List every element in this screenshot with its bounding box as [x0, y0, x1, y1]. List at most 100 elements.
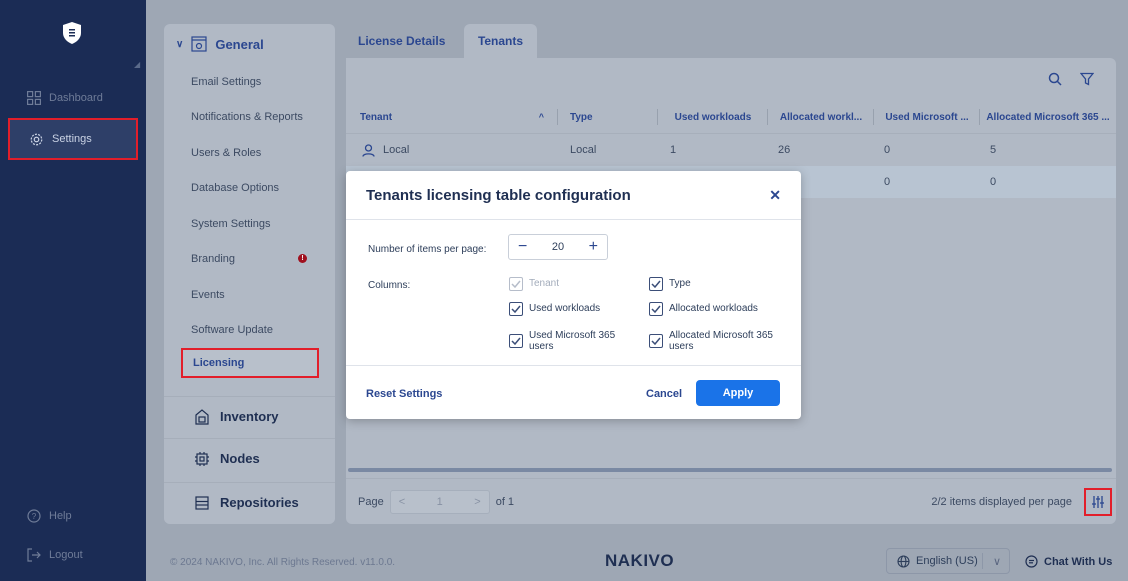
checkbox-used-m365-users[interactable]: Used Microsoft 365 users [509, 329, 629, 352]
filter-icon[interactable] [1080, 72, 1094, 86]
panel-item-label: Database Options [191, 182, 280, 195]
chat-label: Chat With Us [1044, 555, 1113, 568]
user-icon [362, 143, 375, 157]
gear-icon [30, 133, 43, 145]
checkmark-icon [509, 334, 523, 348]
items-per-page-stepper[interactable]: − 20 + [508, 234, 608, 260]
pagination: Page < 1 > of 1 [358, 489, 514, 514]
language-select[interactable]: English (US) ∨ [886, 548, 1010, 574]
group-nodes[interactable]: Nodes [164, 438, 335, 478]
warning-badge-icon: ! [298, 253, 307, 263]
tab-license-details[interactable]: License Details [346, 24, 457, 58]
column-label: Allocated workl... [779, 111, 863, 123]
cell-text: 0 [884, 144, 891, 156]
search-icon[interactable] [1048, 72, 1062, 86]
close-icon[interactable]: ✕ [769, 187, 781, 204]
column-label: Allocated Microsoft 365 ... [986, 111, 1110, 123]
table-toolbar [1048, 72, 1094, 86]
rail-item-logout[interactable]: Logout [0, 543, 146, 567]
checkbox-tenant: Tenant [509, 277, 559, 291]
rail-item-label: Help [49, 510, 72, 522]
group-label: Nodes [220, 451, 260, 466]
panel-item-label: Notifications & Reports [191, 111, 303, 124]
panel-item-users-roles[interactable]: Users & Roles [164, 135, 335, 171]
panel-item-database-options[interactable]: Database Options [164, 171, 335, 207]
table-settings-button[interactable] [1084, 488, 1112, 516]
column-header-used-workloads[interactable]: Used workloads [658, 100, 768, 134]
logout-icon [27, 548, 41, 562]
panel-item-email-settings[interactable]: Email Settings [164, 64, 335, 100]
tab-tenants[interactable]: Tenants [464, 24, 537, 58]
page-label: Page [358, 495, 384, 508]
checkbox-label: Allocated workloads [669, 303, 758, 314]
column-label: Tenant [360, 111, 393, 123]
cell-text: Local [570, 144, 597, 156]
checkbox-label: Allocated Microsoft 365 users [669, 330, 773, 352]
rail-item-dashboard[interactable]: Dashboard [0, 86, 146, 110]
sort-ascending-icon[interactable]: ^ [539, 112, 544, 122]
group-inventory[interactable]: Inventory [164, 396, 335, 436]
checkbox-type[interactable]: Type [649, 277, 691, 291]
page-input[interactable]: < 1 > [389, 489, 490, 514]
column-header-allocated-m365[interactable]: Allocated Microsoft 365 ... [980, 100, 1116, 134]
sliders-icon [1092, 496, 1104, 508]
panel-item-licensing[interactable]: Licensing [181, 348, 319, 378]
checkmark-icon [509, 302, 523, 316]
chevron-down-icon: ∨ [992, 556, 1001, 568]
rail-item-label: Dashboard [49, 92, 103, 104]
copyright-text: © 2024 NAKIVO, Inc. All Rights Reserved.… [170, 557, 396, 568]
cell-text: 26 [778, 144, 791, 156]
general-items: Email Settings Notifications & Reports U… [164, 64, 335, 378]
chat-with-us-button[interactable]: Chat With Us [1025, 555, 1112, 568]
rail-item-help[interactable]: ? Help [0, 504, 146, 528]
panel-header-label: General [215, 36, 264, 52]
column-header-allocated-workloads[interactable]: Allocated workl... [768, 100, 874, 134]
panel-item-notifications-reports[interactable]: Notifications & Reports [164, 100, 335, 136]
tab-label: License Details [358, 34, 446, 48]
increment-icon[interactable]: + [589, 239, 598, 255]
rail-item-settings[interactable]: Settings [8, 118, 138, 160]
table-row[interactable]: Local Local 1 26 0 5 [346, 134, 1116, 166]
chevron-down-icon: ∨ [176, 38, 184, 50]
panel-item-label: Licensing [193, 357, 245, 369]
cell-text: 0 [884, 176, 891, 188]
column-header-tenant[interactable]: Tenant ^ [346, 100, 558, 134]
cancel-button[interactable]: Cancel [646, 388, 682, 400]
cell-text: 0 [990, 176, 997, 188]
prev-page-icon[interactable]: < [399, 496, 405, 508]
cell-used-m365: 0 [874, 166, 980, 198]
horizontal-scrollbar[interactable] [348, 468, 1112, 472]
panel-item-label: Branding [191, 253, 236, 266]
brand-logo: NAKIVO [605, 551, 675, 570]
column-header-used-m365[interactable]: Used Microsoft ... [874, 100, 980, 134]
panel-item-software-update[interactable]: Software Update [164, 313, 335, 349]
checkbox-allocated-workloads[interactable]: Allocated workloads [649, 302, 758, 316]
decrement-icon[interactable]: − [518, 239, 527, 255]
columns-label: Columns: [368, 280, 411, 291]
table-config-dialog: Tenants licensing table configuration ✕ … [346, 171, 801, 419]
panel-item-branding[interactable]: Branding! [164, 242, 335, 278]
nav-rail: ◢ Dashboard Settings ? Help Logout [0, 0, 146, 581]
reset-settings-button[interactable]: Reset Settings [366, 388, 442, 400]
divider [982, 553, 983, 569]
group-label: Inventory [220, 409, 279, 424]
cell-text: 5 [990, 144, 997, 156]
dialog-footer: Reset Settings Cancel Apply [346, 365, 801, 419]
checkbox-allocated-m365-users[interactable]: Allocated Microsoft 365 users [649, 329, 789, 352]
group-repositories[interactable]: Repositories [164, 482, 335, 522]
stepper-value[interactable]: 20 [552, 241, 564, 253]
column-header-type[interactable]: Type [558, 100, 658, 134]
cell-used-m365: 0 [874, 134, 980, 166]
panel-item-events[interactable]: Events [164, 277, 335, 313]
apply-button[interactable]: Apply [696, 380, 780, 406]
checkbox-used-workloads[interactable]: Used workloads [509, 302, 600, 316]
panel-item-system-settings[interactable]: System Settings [164, 206, 335, 242]
items-per-page-label: Number of items per page: [368, 244, 487, 255]
checkbox-label: Used Microsoft 365 users [529, 330, 616, 352]
next-page-icon[interactable]: > [474, 496, 480, 508]
page-value: 1 [436, 495, 443, 508]
collapse-corner-icon[interactable]: ◢ [134, 60, 140, 69]
general-group-header[interactable]: ∨ General [164, 24, 335, 64]
cell-allocated-m365: 5 [980, 134, 1116, 166]
rail-item-label: Settings [52, 133, 92, 145]
